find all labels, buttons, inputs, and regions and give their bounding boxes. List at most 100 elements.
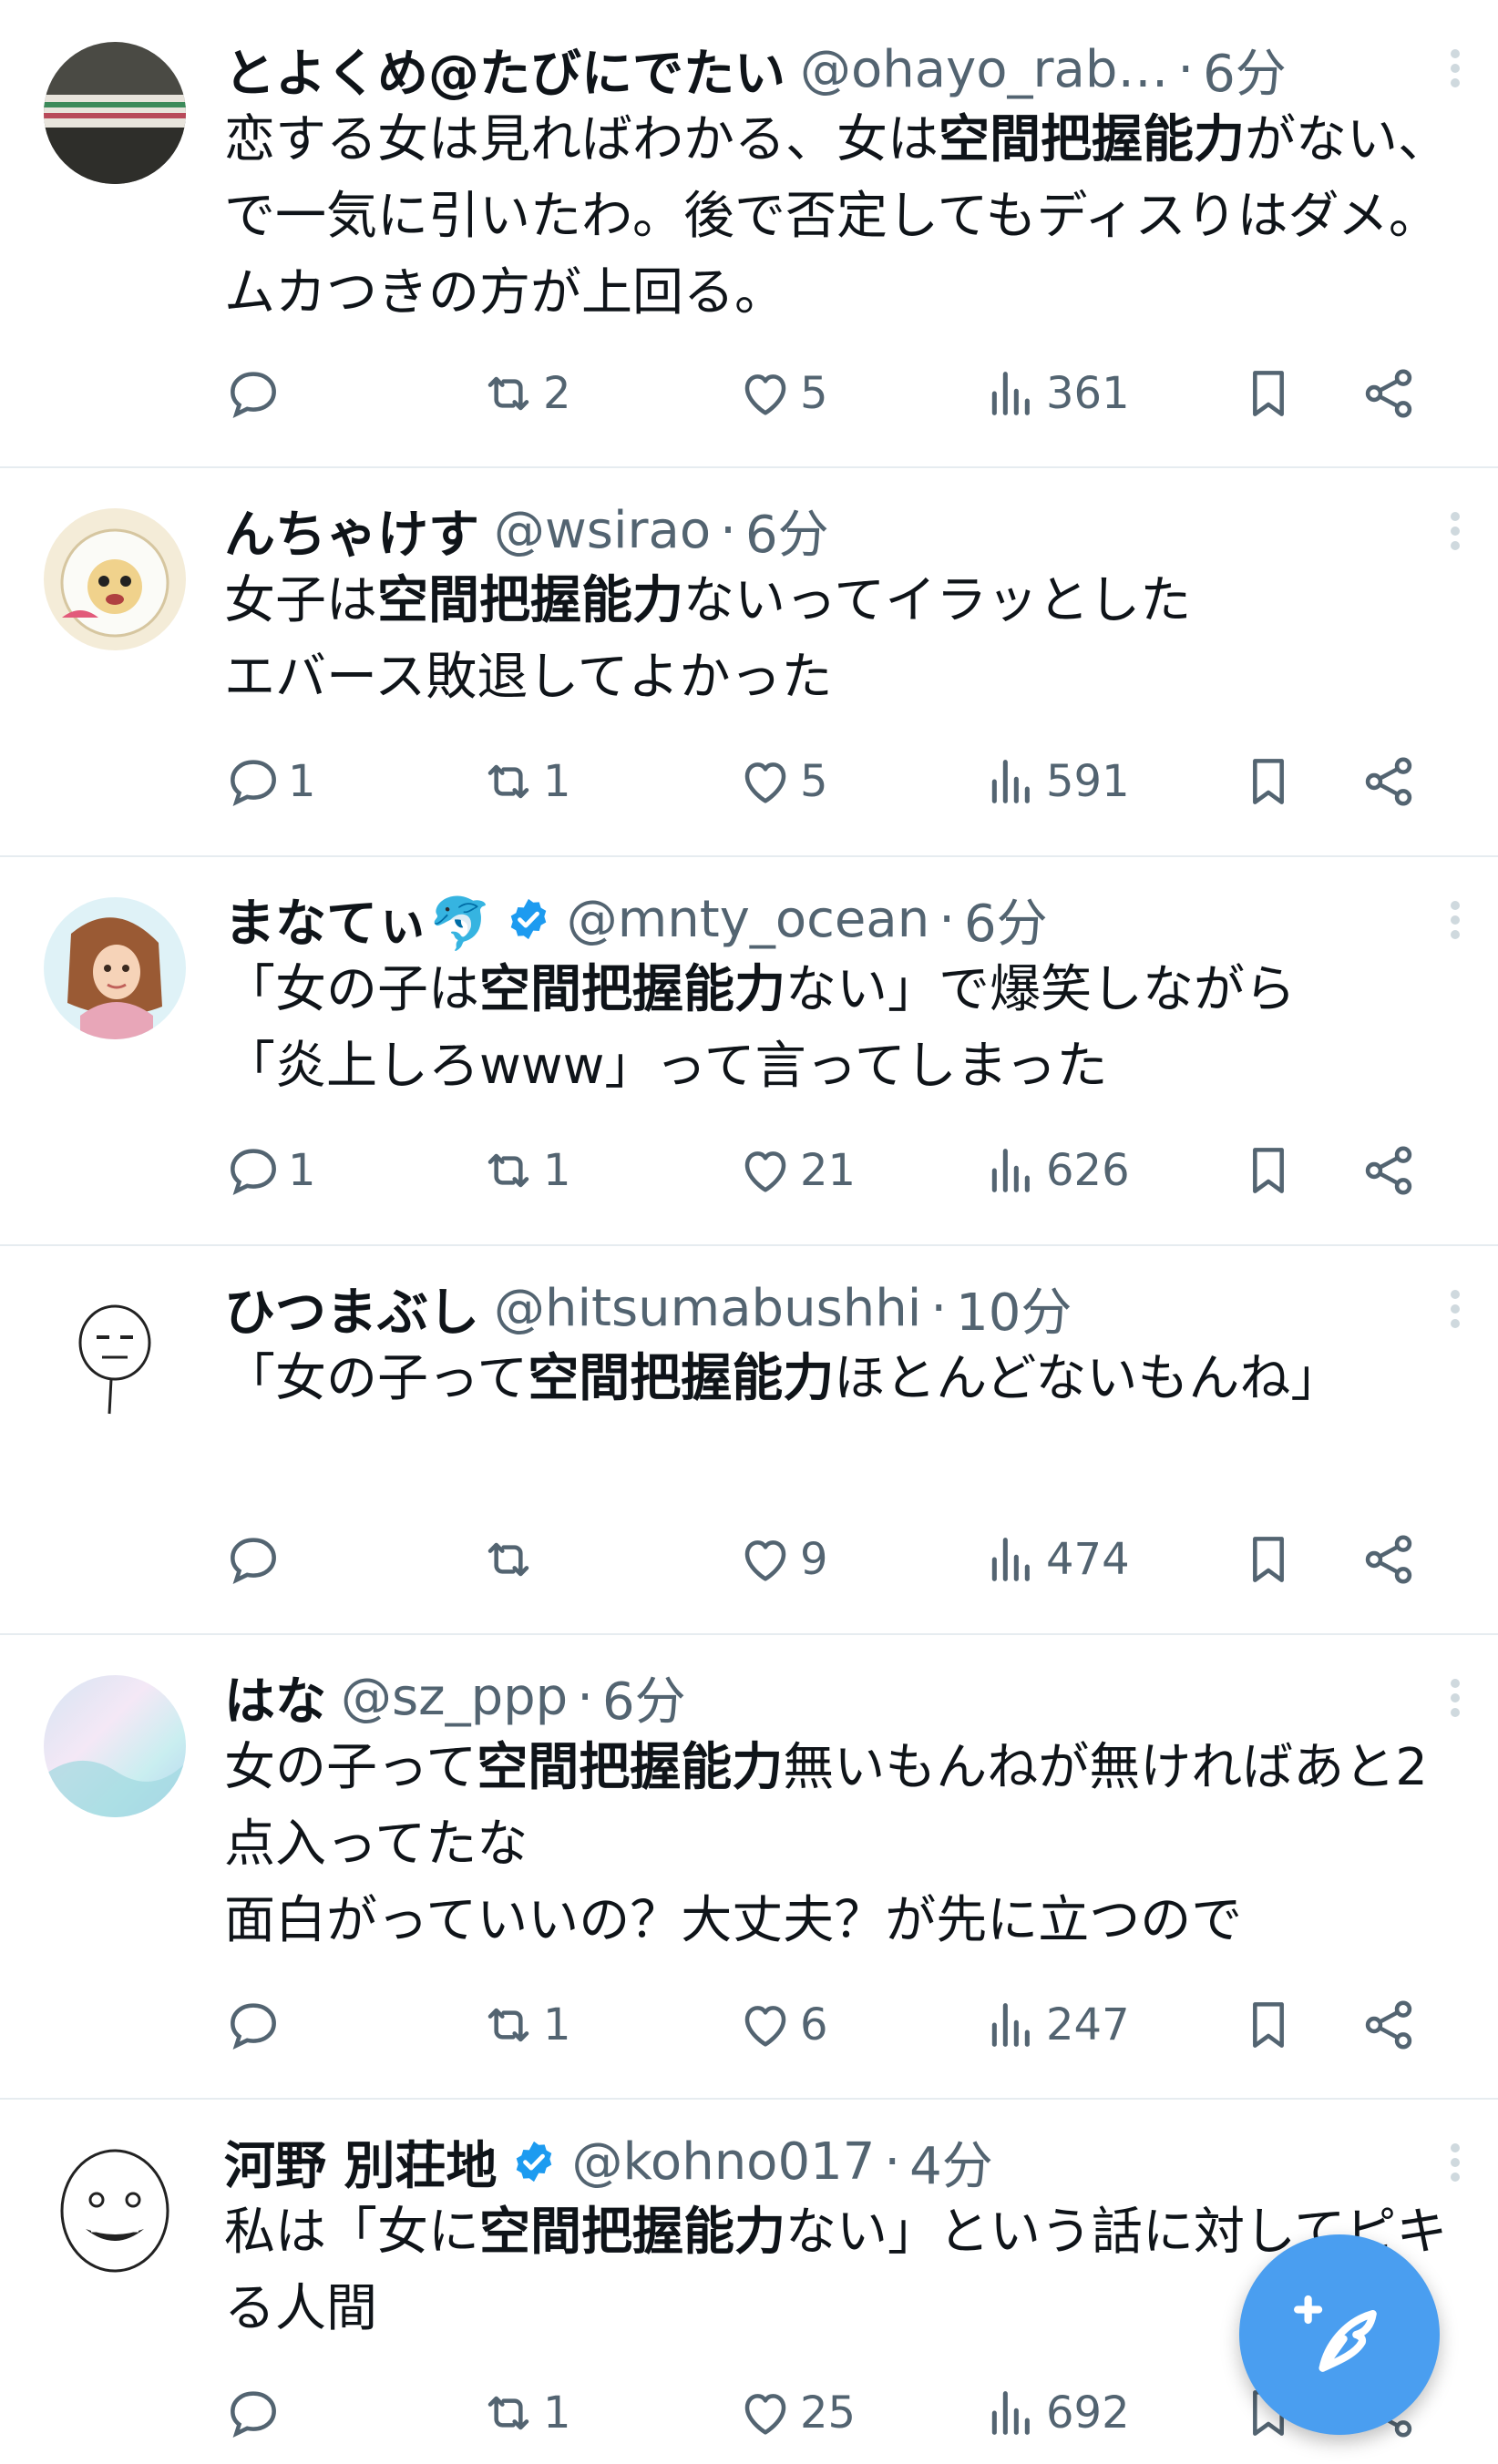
like-button[interactable]: 5: [736, 357, 828, 430]
retweet-button[interactable]: 1: [479, 1989, 571, 2061]
display-name[interactable]: とよくめ@たびにでたい: [224, 36, 785, 103]
more-icon[interactable]: [1451, 1284, 1462, 1334]
tweet-header: んちゃけす @wsirao · 6分: [224, 497, 1462, 564]
separator-dot: ·: [1177, 39, 1195, 99]
user-handle[interactable]: @kohno017: [572, 2132, 876, 2192]
display-name[interactable]: んちゃけす: [224, 497, 479, 564]
timestamp[interactable]: 6分: [745, 497, 829, 564]
like-icon: [744, 1540, 786, 1581]
timestamp[interactable]: 6分: [964, 886, 1048, 953]
retweet-icon: [487, 1153, 529, 1188]
views-button[interactable]: 361: [982, 357, 1130, 430]
share-button[interactable]: [1359, 1989, 1418, 2061]
avatar[interactable]: [44, 1675, 186, 1817]
user-handle[interactable]: @wsirao: [494, 501, 711, 560]
reply-button[interactable]: [224, 1989, 288, 2061]
user-handle[interactable]: @sz_ppp: [341, 1668, 568, 1727]
timestamp[interactable]: 4分: [909, 2129, 993, 2195]
retweet-icon: [487, 1542, 529, 1577]
avatar[interactable]: [44, 42, 186, 184]
reply-button[interactable]: [224, 2377, 288, 2449]
bookmark-button[interactable]: [1239, 357, 1298, 430]
display-name[interactable]: 河野 別荘地: [224, 2129, 498, 2195]
more-icon[interactable]: [1451, 506, 1462, 556]
user-handle[interactable]: @mnty_ocean: [567, 890, 929, 949]
reply-button[interactable]: 1: [224, 745, 316, 818]
tweet-header: ひつまぶし @hitsumabushhi · 10分: [224, 1275, 1462, 1342]
views-button[interactable]: 626: [982, 1134, 1130, 1207]
tweet-header: まなてぃ🐬 @mnty_ocean · 6分: [224, 886, 1462, 953]
bookmark-button[interactable]: [1239, 745, 1298, 818]
views-icon: [991, 372, 1030, 415]
share-button[interactable]: [1359, 1134, 1418, 1207]
views-icon: [991, 1538, 1030, 1581]
views-icon: [991, 760, 1030, 803]
retweet-button[interactable]: 1: [479, 745, 571, 818]
avatar[interactable]: [44, 1286, 186, 1428]
views-count: 361: [1046, 368, 1130, 419]
tweet[interactable]: まなてぃ🐬 @mnty_ocean · 6分 「女の子は空間把握能力ない」で爆笑…: [0, 857, 1498, 1246]
like-count: 25: [800, 2387, 857, 2438]
retweet-button[interactable]: 1: [479, 1134, 571, 1207]
reply-button[interactable]: [224, 357, 288, 430]
reply-button[interactable]: 1: [224, 1134, 316, 1207]
more-icon[interactable]: [1451, 44, 1462, 93]
display-name[interactable]: ひつまぶし: [224, 1275, 479, 1342]
views-button[interactable]: 692: [982, 2377, 1130, 2449]
reply-button[interactable]: [224, 1523, 288, 1596]
retweet-icon: [487, 376, 529, 411]
share-button[interactable]: [1359, 745, 1418, 818]
like-button[interactable]: 9: [736, 1523, 828, 1596]
share-button[interactable]: [1359, 1523, 1418, 1596]
timestamp[interactable]: 6分: [1203, 36, 1287, 103]
more-icon[interactable]: [1451, 895, 1462, 945]
retweet-count: 2: [543, 368, 571, 419]
bookmark-button[interactable]: [1239, 1523, 1298, 1596]
views-icon: [991, 1149, 1030, 1192]
views-button[interactable]: 247: [982, 1989, 1130, 2061]
bookmark-button[interactable]: [1239, 1989, 1298, 2061]
retweet-icon: [487, 2008, 529, 2042]
like-button[interactable]: 5: [736, 745, 828, 818]
like-icon: [744, 762, 786, 803]
separator-dot: ·: [884, 2132, 901, 2192]
user-handle[interactable]: @ohayo_rab…: [800, 40, 1168, 99]
views-count: 692: [1046, 2387, 1130, 2438]
avatar[interactable]: [44, 2140, 186, 2282]
timestamp[interactable]: 6分: [602, 1664, 686, 1731]
reply-icon: [231, 372, 276, 419]
user-handle[interactable]: @hitsumabushhi: [494, 1279, 921, 1338]
display-name[interactable]: はな: [224, 1664, 326, 1731]
like-icon: [744, 2006, 786, 2047]
tweet-text: 恋する女は見ればわかる、女は空間把握能力がない、で一気に引いたわ。後で否定しても…: [224, 110, 1449, 322]
display-name[interactable]: まなてぃ🐬: [224, 886, 492, 953]
tweet[interactable]: はな @sz_ppp · 6分 女の子って空間把握能力無いもんねが無ければあと2…: [0, 1635, 1498, 2100]
like-button[interactable]: 6: [736, 1989, 828, 2061]
views-button[interactable]: 474: [982, 1523, 1130, 1596]
more-icon[interactable]: [1451, 1673, 1462, 1723]
share-button[interactable]: [1359, 357, 1418, 430]
views-button[interactable]: 591: [982, 745, 1130, 818]
retweet-count: 1: [543, 1145, 571, 1196]
verified-icon: [516, 2141, 551, 2183]
retweet-button[interactable]: 1: [479, 2377, 571, 2449]
timestamp[interactable]: 10分: [956, 1275, 1072, 1342]
avatar[interactable]: [44, 508, 186, 650]
tweet[interactable]: ひつまぶし @hitsumabushhi · 10分 「女の子って空間把握能力ほ…: [0, 1246, 1498, 1635]
like-count: 5: [800, 756, 828, 807]
retweet-button[interactable]: [479, 1523, 543, 1596]
like-button[interactable]: 25: [736, 2377, 856, 2449]
bookmark-button[interactable]: [1239, 1134, 1298, 1207]
reply-icon: [231, 1538, 276, 1585]
compose-button[interactable]: [1239, 2234, 1440, 2435]
reply-icon: [231, 2003, 276, 2050]
avatar[interactable]: [44, 897, 186, 1039]
share-icon: [1365, 1535, 1412, 1584]
reply-icon: [231, 1149, 276, 1196]
tweet[interactable]: とよくめ@たびにでたい @ohayo_rab… · 6分 恋する女は見ればわかる…: [0, 0, 1498, 468]
retweet-button[interactable]: 2: [479, 357, 571, 430]
tweet[interactable]: んちゃけす @wsirao · 6分 女子は空間把握能力ないってイラッとした エ…: [0, 468, 1498, 857]
more-icon[interactable]: [1451, 2138, 1462, 2187]
like-button[interactable]: 21: [736, 1134, 856, 1207]
tweet-text: 女子は空間把握能力ないってイラッとした エバース敗退してよかった: [224, 571, 1192, 707]
